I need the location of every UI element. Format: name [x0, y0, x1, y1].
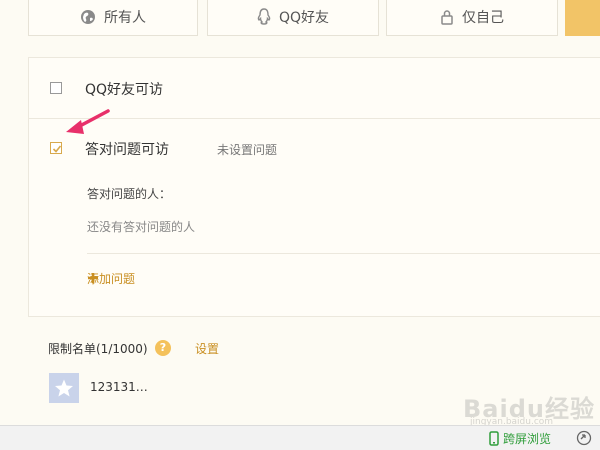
visibility-tabs: 所有人 QQ好友 仅自己 — [0, 0, 600, 38]
annotation-arrow-icon — [66, 109, 110, 134]
access-options-panel: QQ好友可访 答对问题可访 未设置问题 答对问题的人： 还没有答对问题的人 添加… — [28, 57, 600, 317]
add-divider — [87, 253, 600, 254]
tab-only-me-label: 仅自己 — [462, 9, 504, 26]
tab-everyone[interactable]: 所有人 — [28, 0, 198, 36]
phone-icon — [489, 431, 499, 446]
answer-question-checkbox[interactable] — [50, 142, 62, 154]
tab-qq-friends-label: QQ好友 — [278, 9, 330, 26]
dual-screen-label: 跨屏浏览 — [503, 432, 552, 446]
row-divider — [29, 118, 600, 119]
limit-user-name: 123131… — [90, 380, 148, 394]
question-status: 未设置问题 — [217, 143, 278, 157]
qq-friends-label: QQ好友可访 — [85, 82, 164, 98]
dual-screen-button[interactable]: 跨屏浏览 — [489, 430, 551, 447]
tab-everyone-label: 所有人 — [104, 9, 146, 26]
star-icon — [55, 379, 73, 397]
qq-penguin-icon — [257, 8, 271, 25]
avatar — [49, 373, 79, 403]
limit-settings-link[interactable]: 设置 — [195, 340, 219, 357]
add-question-button[interactable]: 添加问题 — [87, 272, 135, 286]
answer-question-label: 答对问题可访 — [85, 142, 169, 158]
tab-qq-friends[interactable]: QQ好友 — [207, 0, 379, 36]
help-icon[interactable]: ? — [155, 340, 171, 356]
limit-list-title: 限制名单(1/1000) — [48, 342, 148, 356]
globe-icon — [81, 9, 95, 24]
tab-more-highlight[interactable] — [565, 0, 600, 36]
qq-friends-checkbox[interactable] — [50, 82, 62, 94]
checkmark-icon — [52, 145, 62, 153]
add-question-label: 添加问题 — [87, 271, 136, 286]
lock-icon — [441, 9, 453, 25]
back-arrow-icon[interactable] — [576, 430, 592, 446]
tab-only-me[interactable]: 仅自己 — [386, 0, 558, 36]
browser-status-bar: 跨屏浏览 — [0, 425, 600, 450]
answered-empty: 还没有答对问题的人 — [87, 220, 196, 234]
answered-title: 答对问题的人： — [87, 187, 172, 201]
